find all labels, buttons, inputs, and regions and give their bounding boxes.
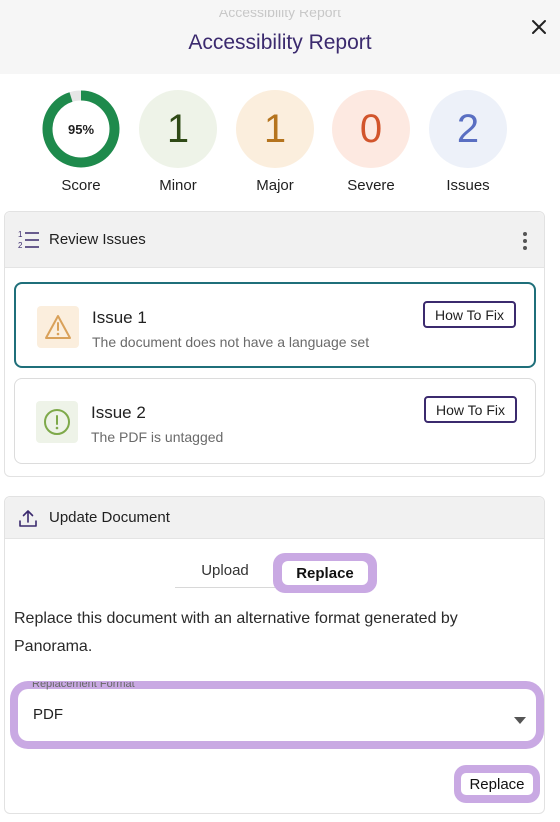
major-count: 1 bbox=[236, 90, 314, 168]
replace-button-highlight: Replace bbox=[454, 765, 540, 803]
issue-card-2[interactable]: Issue 2 The PDF is untagged How To Fix bbox=[14, 378, 536, 464]
how-to-fix-button-1[interactable]: How To Fix bbox=[423, 301, 516, 328]
issues-label: Issues bbox=[446, 177, 490, 194]
issue-1-title: Issue 1 bbox=[92, 308, 147, 327]
minor-count: 1 bbox=[139, 90, 217, 168]
score-value: 95% bbox=[67, 121, 95, 137]
stat-score: 95% Score bbox=[41, 90, 121, 194]
upload-icon bbox=[18, 508, 38, 533]
tab-upload[interactable]: Upload bbox=[175, 562, 275, 588]
update-document-card: Update Document Upload Replace Replace t… bbox=[4, 496, 545, 814]
replacement-format-label: Replacement Format bbox=[32, 682, 135, 690]
severe-count: 0 bbox=[332, 90, 410, 168]
kebab-menu-icon[interactable] bbox=[516, 230, 534, 252]
numbered-list-icon: 1 2 bbox=[18, 230, 40, 255]
stat-major: 1 Major bbox=[235, 90, 315, 194]
issues-count: 2 bbox=[429, 90, 507, 168]
issue-2-description: The PDF is untagged bbox=[91, 429, 224, 445]
update-document-header: Update Document bbox=[5, 497, 544, 539]
format-select-highlight: Replacement Format PDF bbox=[10, 681, 544, 749]
stat-issues: 2 Issues bbox=[428, 90, 508, 194]
warning-triangle-icon bbox=[37, 306, 79, 348]
issue-2-title: Issue 2 bbox=[91, 403, 146, 422]
replace-description: Replace this document with an alternativ… bbox=[14, 610, 458, 655]
review-issues-header: 1 2 Review Issues bbox=[5, 212, 544, 268]
chevron-down-icon bbox=[514, 711, 526, 729]
replace-submit-button[interactable]: Replace bbox=[461, 773, 533, 795]
format-tabs: Upload Replace bbox=[5, 553, 544, 597]
header: Accessibility Report Accessibility Repor… bbox=[0, 0, 560, 74]
score-ring: 95% bbox=[42, 90, 120, 168]
info-exclamation-icon bbox=[36, 401, 78, 443]
stats-row: 95% Score 1 Minor 1 Major 0 Severe 2 Iss… bbox=[0, 90, 560, 194]
update-document-title: Update Document bbox=[49, 509, 170, 526]
header-ghost-title: Accessibility Report bbox=[218, 10, 342, 20]
issue-card-1[interactable]: Issue 1 The document does not have a lan… bbox=[14, 282, 536, 368]
page-title: Accessibility Report bbox=[188, 31, 372, 54]
replacement-format-select[interactable]: Replacement Format PDF bbox=[18, 682, 536, 741]
tab-replace-highlight: Replace bbox=[273, 553, 377, 593]
replacement-format-value: PDF bbox=[33, 706, 63, 723]
svg-text:2: 2 bbox=[18, 241, 23, 250]
minor-label: Minor bbox=[159, 177, 197, 194]
svg-text:1: 1 bbox=[18, 230, 23, 239]
stat-severe: 0 Severe bbox=[331, 90, 411, 194]
review-issues-card: 1 2 Review Issues Issue 1 The document d… bbox=[4, 211, 545, 477]
issue-1-description: The document does not have a language se… bbox=[92, 334, 370, 350]
major-label: Major bbox=[256, 177, 294, 194]
how-to-fix-button-2[interactable]: How To Fix bbox=[424, 396, 517, 423]
score-label: Score bbox=[61, 177, 101, 194]
review-issues-title: Review Issues bbox=[49, 231, 146, 248]
close-icon[interactable] bbox=[526, 14, 552, 40]
severe-label: Severe bbox=[347, 177, 395, 194]
stat-minor: 1 Minor bbox=[138, 90, 218, 194]
tab-replace[interactable]: Replace bbox=[282, 561, 368, 585]
